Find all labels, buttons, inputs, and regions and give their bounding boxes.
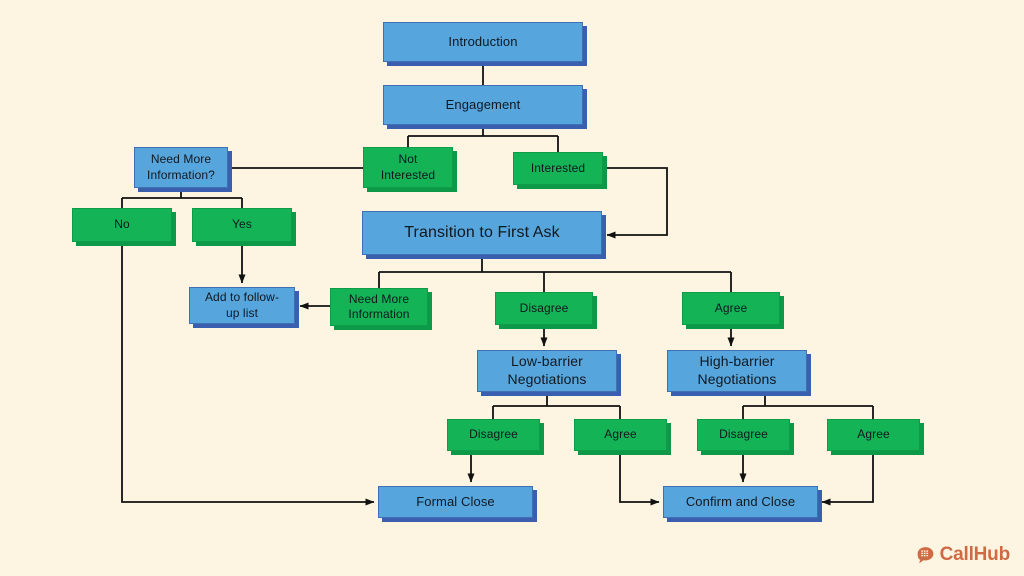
node-disagree-3[interactable]: Disagree [697, 419, 790, 451]
node-confirm-close[interactable]: Confirm and Close [663, 486, 818, 518]
node-engagement[interactable]: Engagement [383, 85, 583, 125]
edge-high-barrier-split [742, 392, 874, 419]
node-disagree-2[interactable]: Disagree [447, 419, 540, 451]
edge-need-more-info-q-split [121, 188, 243, 208]
callhub-wordmark: CallHub [939, 544, 1011, 565]
speech-bubble-keypad-icon [916, 546, 935, 565]
node-no[interactable]: No [72, 208, 172, 242]
node-agree-2[interactable]: Agree [574, 419, 667, 451]
node-need-more-info-q[interactable]: Need More Information? [134, 147, 228, 188]
callhub-logo: CallHub [916, 544, 1010, 566]
node-yes[interactable]: Yes [192, 208, 292, 242]
flowchart-canvas: Introduction Engagement Need More Informat… [0, 0, 1024, 576]
node-high-barrier[interactable]: High-barrier Negotiations [667, 350, 807, 392]
edge-agree-3-to-confirm-close [821, 451, 874, 506]
node-agree-1[interactable]: Agree [682, 292, 780, 325]
node-disagree-1[interactable]: Disagree [495, 292, 593, 325]
node-transition[interactable]: Transition to First Ask [362, 211, 602, 255]
edge-low-barrier-split [492, 392, 621, 419]
node-need-more-info[interactable]: Need More Information [330, 288, 428, 326]
edge-interested-to-transition [603, 167, 668, 239]
edge-agree-2-to-confirm-close [619, 451, 660, 506]
node-not-interested[interactable]: Not Interested [363, 147, 453, 188]
node-agree-3[interactable]: Agree [827, 419, 920, 451]
node-add-followup[interactable]: Add to follow- up list [189, 287, 295, 324]
edge-no-to-formal-close [121, 242, 375, 506]
node-introduction[interactable]: Introduction [383, 22, 583, 62]
node-interested[interactable]: Interested [513, 152, 603, 185]
node-low-barrier[interactable]: Low-barrier Negotiations [477, 350, 617, 392]
node-formal-close[interactable]: Formal Close [378, 486, 533, 518]
edge-transition-split [378, 255, 732, 292]
